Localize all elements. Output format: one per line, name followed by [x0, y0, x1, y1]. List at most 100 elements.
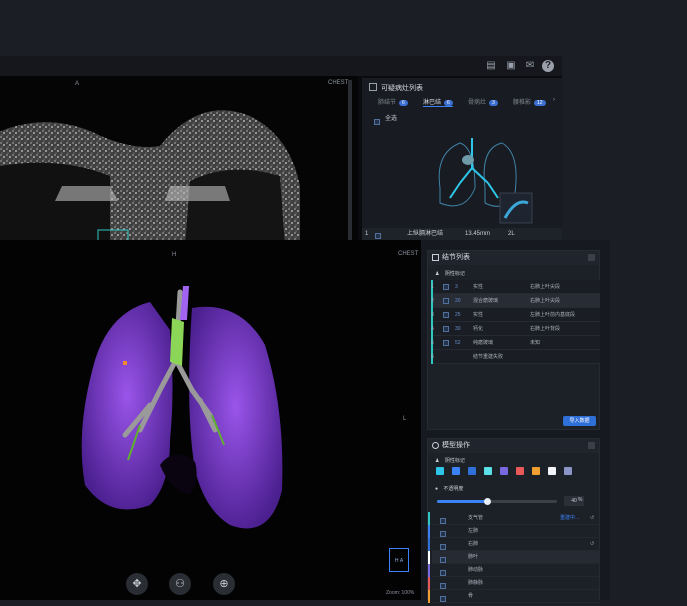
import-data-button[interactable]: 导入数据 — [563, 416, 596, 426]
color-swatch[interactable] — [548, 467, 556, 475]
tab-count: 6 — [399, 100, 408, 106]
dot-icon: ● — [435, 486, 439, 492]
opacity-slider[interactable] — [437, 498, 557, 505]
row-number: 2 — [431, 298, 434, 304]
color-swatch[interactable] — [532, 467, 540, 475]
tab-bone-lesion[interactable]: 骨病灶 3 — [468, 97, 498, 106]
row-number: 6 — [431, 354, 434, 360]
user-icon: ♟ — [435, 458, 440, 464]
orientation-label-l: L — [403, 416, 407, 422]
select-all-label: 全选 — [385, 116, 398, 122]
color-swatch[interactable] — [468, 467, 476, 475]
scrollbar[interactable] — [348, 80, 352, 240]
collapse-icon[interactable] — [588, 442, 595, 449]
help-icon[interactable]: ? — [542, 60, 554, 72]
ct-slice-image — [0, 110, 300, 240]
row-checkbox[interactable] — [443, 322, 449, 336]
row-checkbox[interactable] — [443, 280, 449, 294]
layer-color-bar — [428, 512, 430, 525]
nodule-row[interactable]: 1 3 实性 右肺上叶尖段 — [431, 280, 600, 294]
import-label: 导入数据 — [569, 418, 590, 424]
chest-label: CHEST — [398, 251, 419, 257]
3d-lung-view[interactable]: H CHEST L H A Zoom: 100% — [0, 240, 420, 600]
reset-icon[interactable]: ↺ — [590, 538, 594, 551]
color-swatch[interactable] — [484, 467, 492, 475]
reset-icon[interactable]: ↺ — [590, 512, 594, 525]
chevron-right-icon[interactable]: › — [553, 97, 555, 103]
nodule-row[interactable]: 6 结节重建失败 — [431, 350, 600, 364]
row-type: 结节重建失败 — [473, 354, 504, 360]
color-swatch[interactable] — [564, 467, 572, 475]
move-icon: ✥ — [132, 578, 142, 590]
ct-slice-view[interactable]: A CHEST — [0, 76, 358, 240]
row-id: 30 — [455, 326, 461, 332]
layer-row[interactable]: 肺叶 — [428, 551, 600, 564]
opacity-row: ● 不透明度 — [432, 485, 463, 492]
row-number: 1 — [431, 284, 434, 290]
tab-count: 3 — [489, 100, 498, 106]
row-checkbox[interactable] — [443, 294, 449, 308]
nodule-row[interactable]: 2 20 混合磨玻璃 右肺上叶尖段 — [431, 294, 600, 308]
orientation-label-h: H — [172, 252, 177, 258]
nodule-panel-header: 结节列表 — [428, 251, 599, 265]
opacity-label: 不透明度 — [443, 486, 464, 492]
row-checkbox[interactable] — [443, 336, 449, 350]
layer-row[interactable]: 肺静脉 — [428, 577, 600, 590]
row-number: 3 — [431, 312, 434, 318]
zoom-button[interactable]: ⊕ — [213, 573, 235, 595]
tab-spine[interactable]: 腰椎影 12 — [513, 97, 546, 106]
layer-row[interactable]: 右肺 ↺ — [428, 538, 600, 551]
row-location: 右肺上叶尖段 — [530, 298, 561, 304]
nodule-row[interactable]: 3 25 实性 左肺上叶前内基底段 — [431, 308, 600, 322]
clipboard-icon[interactable]: ▣ — [505, 60, 517, 72]
color-swatch[interactable] — [436, 467, 444, 475]
panel-title: 模型操作 — [442, 442, 470, 449]
tab-lung-nodule[interactable]: 肺结节 6 — [378, 97, 408, 106]
row-location: 未知 — [530, 340, 541, 346]
mail-icon[interactable]: ✉ — [524, 60, 536, 72]
color-swatch[interactable] — [452, 467, 460, 475]
collapse-icon[interactable] — [588, 254, 595, 261]
row-type: 实性 — [473, 284, 484, 290]
row-location: 右肺上叶尖段 — [530, 284, 561, 290]
list-icon — [369, 83, 377, 91]
opacity-value: 40 — [571, 498, 577, 504]
row-location: 右肺上叶背段 — [530, 326, 561, 332]
user-icon: ♟ — [435, 271, 440, 277]
chest-label: CHEST — [328, 80, 349, 86]
layers-icon[interactable]: ▤ — [485, 60, 497, 72]
layer-row[interactable]: 支气管 重建中... ↺ — [428, 512, 600, 525]
layer-row[interactable]: 左肺 — [428, 525, 600, 538]
pie-icon — [432, 442, 439, 449]
layer-row[interactable]: 骨 — [428, 590, 600, 603]
color-swatch[interactable] — [516, 467, 524, 475]
move-button[interactable]: ✥ — [126, 573, 148, 595]
row-id: 25 — [455, 312, 461, 318]
row-id: 20 — [455, 298, 461, 304]
layer-color-bar — [428, 538, 430, 551]
tab-lymph-node[interactable]: 淋巴结 6 — [423, 97, 453, 107]
layer-name: 肺动脉 — [468, 567, 484, 573]
row-type: 实性 — [473, 312, 484, 318]
layer-row[interactable]: 肺动脉 — [428, 564, 600, 577]
layer-status: 重建中... — [560, 515, 580, 521]
row-number: 5 — [431, 340, 434, 346]
panel-title: 可疑病灶列表 — [381, 85, 423, 92]
select-all-checkbox[interactable] — [374, 113, 380, 131]
row-checkbox[interactable] — [443, 308, 449, 322]
brain-button[interactable]: ⚇ — [169, 573, 191, 595]
nodule-row[interactable]: 4 30 钙化 右肺上叶背段 — [431, 322, 600, 336]
row-id: 3 — [455, 284, 458, 290]
row-location: 左肺上叶前内基底段 — [530, 312, 576, 318]
color-swatch[interactable] — [500, 467, 508, 475]
nodule-row[interactable]: 5 52 纯磨玻璃 未知 — [431, 336, 600, 350]
zoom-label: Zoom: 100% — [386, 590, 415, 596]
model-section-header: ♟ 阴性标记 — [432, 455, 595, 467]
list-icon — [432, 254, 439, 261]
opacity-slider-fill — [437, 500, 488, 503]
row-type: 钙化 — [473, 326, 484, 332]
row-number: 4 — [431, 326, 434, 332]
orientation-cube[interactable]: H A — [389, 548, 409, 572]
opacity-unit: % — [578, 497, 583, 503]
layer-name: 肺静脉 — [468, 580, 484, 586]
